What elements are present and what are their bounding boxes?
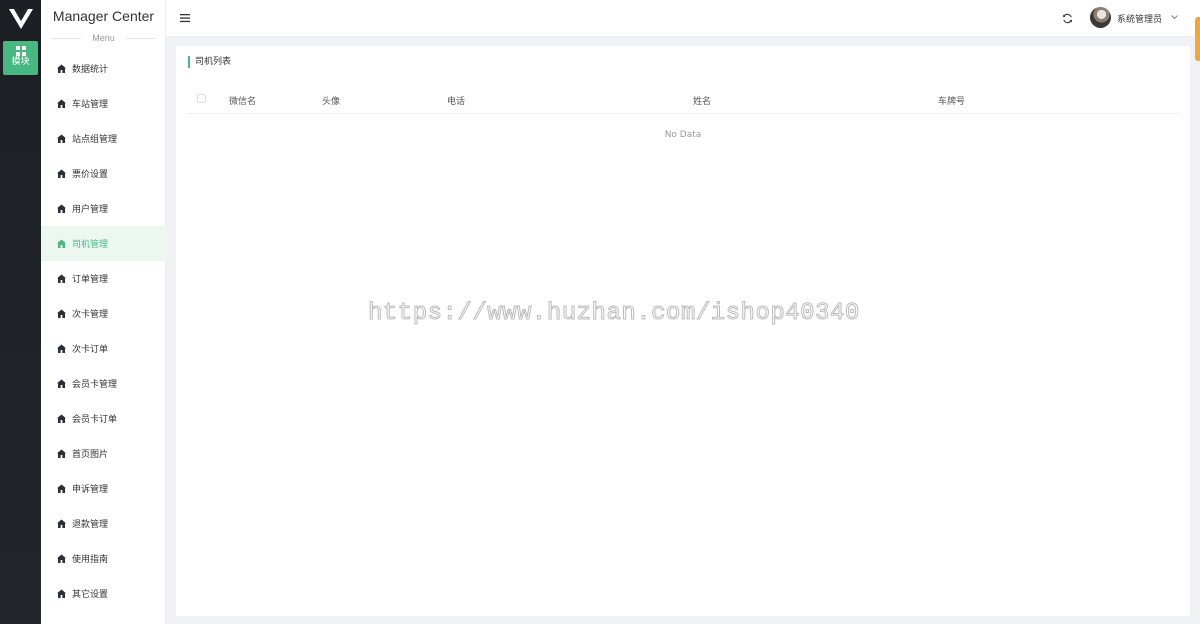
brand-title: Manager Center [52, 8, 155, 24]
sidebar-item[interactable]: 数据统计 [41, 51, 166, 86]
sidebar-item[interactable]: 次卡管理 [41, 296, 166, 331]
home-icon [57, 449, 66, 458]
sidebar-item-label: 其它设置 [72, 590, 109, 600]
hamburger-icon[interactable] [180, 13, 190, 23]
home-icon [57, 274, 66, 283]
home-icon [57, 99, 66, 108]
select-all-checkbox[interactable] [197, 94, 206, 103]
menu-caption: Menu [51, 33, 156, 43]
sidebar-item-label: 数据统计 [72, 65, 109, 75]
empty-state-text: No Data [664, 130, 702, 140]
home-icon [57, 589, 66, 598]
home-icon [57, 344, 66, 353]
sidebar-item[interactable]: 站点组管理 [41, 121, 166, 156]
home-icon [57, 484, 66, 493]
sidebar-item-label: 次卡管理 [72, 310, 109, 320]
module-button[interactable]: 模块 [3, 41, 38, 75]
column-header-wechat-name[interactable]: 微信名 [229, 94, 256, 107]
sidebar: Manager Center Menu 数据统计车站管理站点组管理票价设置用户管… [41, 0, 166, 624]
column-header-plate[interactable]: 车牌号 [938, 94, 965, 107]
sidebar-item-label: 票价设置 [72, 170, 109, 180]
sidebar-item-label: 退款管理 [72, 520, 109, 530]
home-icon [57, 204, 66, 213]
module-label: 模块 [11, 57, 30, 67]
sidebar-item[interactable]: 会员卡管理 [41, 366, 166, 401]
sidebar-item-label: 站点组管理 [72, 135, 118, 145]
home-icon [57, 169, 66, 178]
grid-icon [15, 46, 26, 56]
home-icon [57, 134, 66, 143]
sidebar-item-label: 使用指南 [72, 555, 109, 565]
refresh-icon[interactable] [1062, 13, 1073, 24]
settings-side-tab[interactable] [1195, 17, 1200, 61]
sidebar-item-label: 次卡订单 [72, 345, 109, 355]
sidebar-item-label: 会员卡管理 [72, 380, 118, 390]
sidebar-item[interactable]: 退款管理 [41, 506, 166, 541]
sidebar-item[interactable]: 票价设置 [41, 156, 166, 191]
home-icon [57, 414, 66, 423]
page-title: 司机列表 [188, 56, 231, 68]
sidebar-item-label: 用户管理 [72, 205, 109, 215]
home-icon [57, 554, 66, 563]
sidebar-item[interactable]: 订单管理 [41, 261, 166, 296]
column-header-phone[interactable]: 电话 [447, 94, 465, 107]
home-icon [57, 64, 66, 73]
sidebar-item-label: 首页图片 [72, 450, 109, 460]
sidebar-item[interactable]: 用户管理 [41, 191, 166, 226]
sidebar-item[interactable]: 次卡订单 [41, 331, 166, 366]
user-name[interactable]: 系统管理员 [1117, 12, 1162, 25]
app-rail: 模块 [0, 0, 41, 624]
chevron-down-icon[interactable] [1171, 14, 1178, 20]
vue-logo-icon [9, 9, 33, 29]
home-icon [57, 239, 66, 248]
home-icon [57, 519, 66, 528]
sidebar-item-label: 车站管理 [72, 100, 109, 110]
sidebar-item-label: 司机管理 [72, 240, 109, 250]
avatar[interactable] [1090, 7, 1111, 28]
home-icon [57, 379, 66, 388]
top-header: 系统管理员 [166, 0, 1200, 37]
sidebar-item[interactable]: 使用指南 [41, 541, 166, 576]
content-card: 司机列表 微信名 头像 电话 姓名 车牌号 No Data [176, 46, 1190, 616]
column-header-avatar[interactable]: 头像 [322, 94, 340, 107]
sidebar-item[interactable]: 其它设置 [41, 576, 166, 611]
sidebar-menu: 数据统计车站管理站点组管理票价设置用户管理司机管理订单管理次卡管理次卡订单会员卡… [41, 51, 166, 611]
column-header-name[interactable]: 姓名 [693, 94, 711, 107]
sidebar-item-label: 订单管理 [72, 275, 109, 285]
table-header: 微信名 头像 电话 姓名 车牌号 [187, 86, 1179, 114]
sidebar-item-label: 申诉管理 [72, 485, 109, 495]
home-icon [57, 309, 66, 318]
sidebar-item[interactable]: 申诉管理 [41, 471, 166, 506]
sidebar-item[interactable]: 首页图片 [41, 436, 166, 471]
sidebar-item-label: 会员卡订单 [72, 415, 118, 425]
sidebar-item[interactable]: 会员卡订单 [41, 401, 166, 436]
sidebar-item[interactable]: 司机管理 [41, 226, 166, 261]
sidebar-item[interactable]: 车站管理 [41, 86, 166, 121]
